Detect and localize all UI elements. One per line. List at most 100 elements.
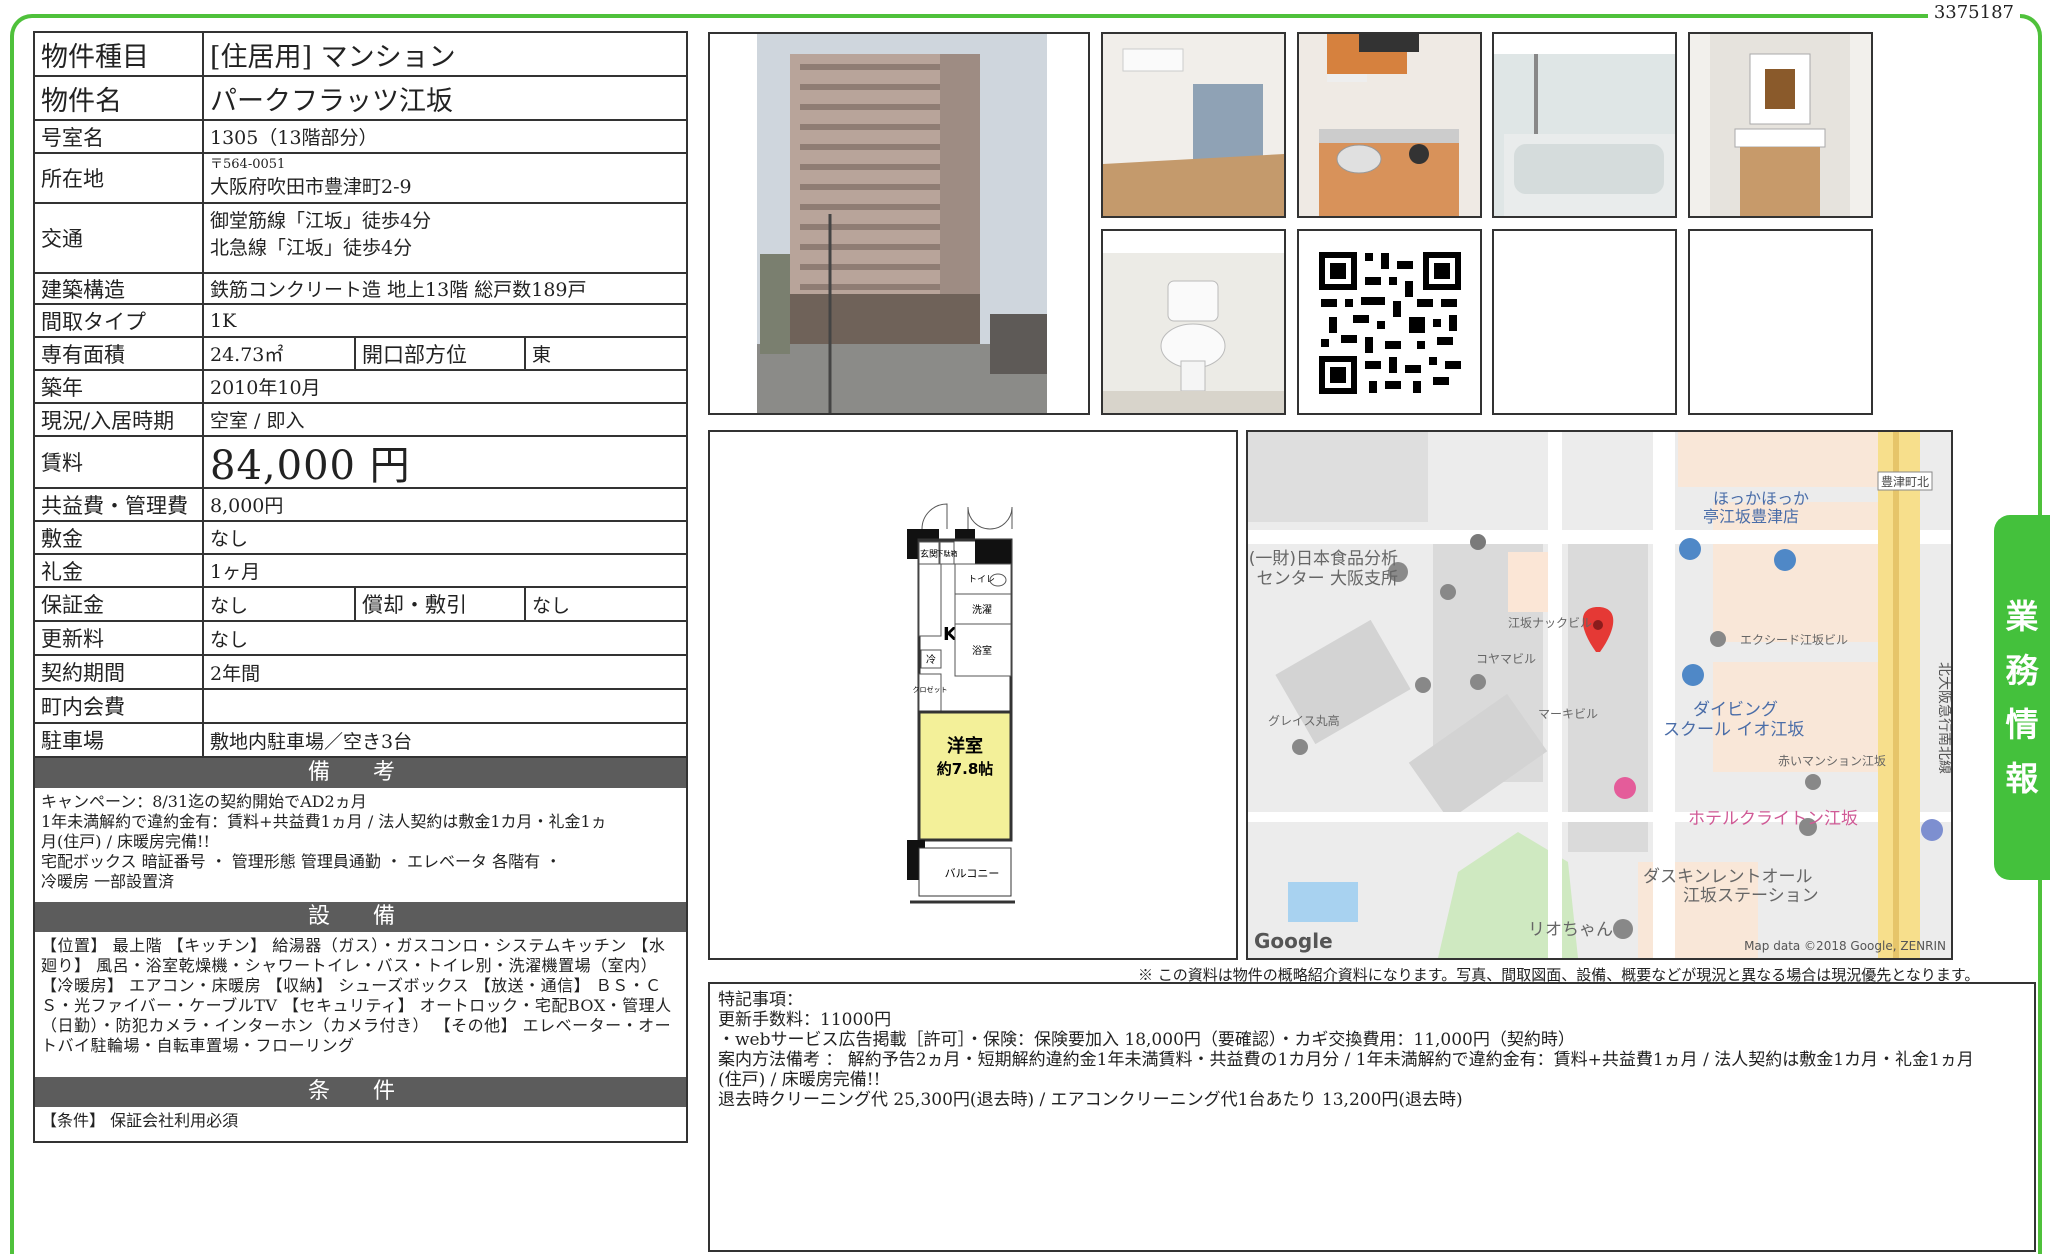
label-room-no: 号室名 — [35, 121, 204, 152]
row-layout: 間取タイプ 1K — [35, 305, 686, 338]
address-text: 大阪府吹田市豊津町2-9 — [210, 175, 412, 198]
remarks-line: 特記事項： — [718, 990, 803, 1010]
empty-photo-slot — [1688, 229, 1873, 415]
bathroom-photo[interactable] — [1492, 32, 1677, 218]
remarks-line: 更新手数料：11000円 — [718, 1010, 892, 1030]
value-structure: 鉄筋コンクリート造 地上13階 総戸数189戸 — [210, 279, 587, 301]
value-contract: 2年間 — [210, 662, 261, 685]
remarks-line: (住戸) / 床暖房完備!! — [718, 1070, 881, 1090]
row-renewal: 更新料 なし — [35, 622, 686, 656]
row-room-no: 号室名 1305（13階部分） — [35, 121, 686, 154]
google-logo: Google — [1254, 929, 1333, 953]
label-deposit: 敷金 — [35, 522, 204, 553]
facilities-heading: 設 備 — [35, 902, 686, 932]
fp-closet-label: クロゼット — [913, 685, 948, 694]
conditions-body: 【条件】 保証会社利用必須 — [41, 1111, 239, 1130]
room-image — [1103, 34, 1284, 216]
label-address: 所在地 — [35, 154, 204, 202]
washroom-image — [1690, 34, 1871, 216]
side-tab-char: 報 — [2005, 758, 2039, 798]
business-info-tab[interactable]: 業 務 情 報 — [1994, 515, 2050, 880]
value-property-name: パークフラッツ江坂 — [210, 85, 453, 117]
toilet-image — [1103, 231, 1284, 413]
map-label-hokka-2: 亭江坂豊津店 — [1703, 507, 1799, 526]
map-label-duskin-2: 江坂ステーション — [1683, 886, 1819, 906]
fp-fridge-label: 冷 — [926, 653, 936, 666]
label-town-fee: 町内会費 — [35, 690, 204, 722]
value-status: 空室 / 即入 — [210, 410, 305, 432]
side-tab-char: 務 — [2005, 650, 2039, 690]
kitchen-image — [1299, 34, 1480, 216]
fp-laundry-label: 洗濯 — [972, 604, 992, 616]
label-property-type: 物件種目 — [35, 33, 204, 75]
floor-plan-drawing: 玄関 下駄箱 トイレ 洗濯 K 浴室 冷 クロゼット 洋室 約7.8帖 バルコニ… — [907, 503, 1015, 904]
map-attribution: Map data ©2018 Google, ZENRIN — [1744, 939, 1946, 953]
row-common-fee: 共益費・管理費 8,000円 — [35, 489, 686, 522]
label-amortization: 償却・敷引 — [356, 588, 526, 620]
fp-shoebox-label: 下駄箱 — [937, 549, 958, 558]
notes-line: 冷暖房 一部設置済 — [41, 872, 175, 891]
row-property-name: 物件名 パークフラッツ江坂 — [35, 77, 686, 121]
row-property-type: 物件種目 [住居用] マンション — [35, 33, 686, 77]
value-common-fee: 8,000円 — [210, 495, 284, 517]
toilet-photo[interactable] — [1101, 229, 1286, 415]
remarks-line: ・webサービス広告掲載［許可］・保険：保険要加入 18,000円（要確認）・カ… — [718, 1030, 1575, 1050]
map-label-akai: 赤いマンション江坂 — [1778, 754, 1886, 768]
map-label-railway: 北大阪急行南北線 — [1936, 662, 1951, 774]
label-transport: 交通 — [35, 204, 204, 272]
notes-heading: 備 考 — [35, 758, 686, 788]
value-address: 〒564-0051 大阪府吹田市豊津町2-9 — [204, 154, 686, 202]
floor-plan[interactable]: 玄関 下駄箱 トイレ 洗濯 K 浴室 冷 クロゼット 洋室 約7.8帖 バルコニ… — [708, 430, 1238, 960]
map-label-food-center-2: センター 大阪支所 — [1257, 569, 1398, 589]
location-map[interactable]: (一財)日本食品分析 センター 大阪支所 ほっかほっか 亭江坂豊津店 豊津町北 … — [1246, 430, 1953, 960]
postal-code: 〒564-0051 — [210, 156, 286, 172]
label-renewal: 更新料 — [35, 622, 204, 654]
row-area: 専有面積 24.73㎡ 開口部方位 東 — [35, 338, 686, 371]
value-renewal: なし — [210, 628, 249, 651]
remarks-line: 案内方法備考 ： 解約予告2ヵ月・短期解約違約金1年未満賃料・共益費の1カ月分 … — [718, 1050, 1974, 1070]
label-guarantee: 保証金 — [35, 588, 204, 620]
notes-line: キャンペーン：8/31迄の契約開始でAD2ヵ月 — [41, 792, 367, 811]
value-rent: 84,000 円 — [210, 443, 411, 489]
fp-room-size: 約7.8帖 — [937, 760, 994, 778]
empty-photo-slot — [1492, 229, 1677, 415]
map-label-diving-1: ダイビング — [1693, 700, 1778, 720]
row-built: 築年 2010年10月 — [35, 371, 686, 404]
value-key-money: 1ヶ月 — [210, 561, 261, 583]
row-key-money: 礼金 1ヶ月 — [35, 555, 686, 588]
map-drawing: (一財)日本食品分析 センター 大阪支所 ほっかほっか 亭江坂豊津店 豊津町北 … — [1248, 432, 1951, 958]
kitchen-photo[interactable] — [1297, 32, 1482, 218]
building-photo[interactable] — [708, 32, 1090, 415]
label-built: 築年 — [35, 371, 204, 402]
value-layout: 1K — [210, 309, 237, 332]
row-address: 所在地 〒564-0051 大阪府吹田市豊津町2-9 — [35, 154, 686, 204]
value-parking: 敷地内駐車場／空き3台 — [210, 730, 413, 753]
label-layout: 間取タイプ — [35, 305, 204, 336]
remarks-line: 退去時クリーニング代 25,300円(退去時) / エアコンクリーニング代1台あ… — [718, 1090, 1463, 1110]
row-rent: 賃料 84,000 円 — [35, 437, 686, 489]
map-label-hotel: ホテルクライトン江坂 — [1688, 809, 1858, 829]
room-photo[interactable] — [1101, 32, 1286, 218]
map-label-duskin-1: ダスキンレントオール — [1643, 867, 1813, 887]
fp-bath-label: 浴室 — [972, 644, 992, 657]
qr-code-box[interactable] — [1297, 229, 1482, 415]
side-tab-char: 業 — [2005, 596, 2039, 636]
row-deposit: 敷金 なし — [35, 522, 686, 555]
map-label-grace: グレイス丸高 — [1268, 713, 1340, 728]
fp-room-name: 洋室 — [947, 735, 983, 757]
row-town-fee: 町内会費 — [35, 690, 686, 724]
notes-line: 月(住戸) / 床暖房完備!! — [41, 832, 210, 851]
special-remarks: 特記事項： 更新手数料：11000円 ・webサービス広告掲載［許可］・保険：保… — [708, 982, 2036, 1252]
label-common-fee: 共益費・管理費 — [35, 489, 204, 520]
map-label-koyama: コヤマビル — [1476, 652, 1536, 666]
row-guarantee: 保証金 なし 償却・敷引 なし — [35, 588, 686, 622]
map-label-hokka-1: ほっかほっか — [1713, 489, 1809, 508]
washroom-photo[interactable] — [1688, 32, 1873, 218]
value-transport: 御堂筋線「江坂」徒歩4分 北急線「江坂」徒歩4分 — [204, 204, 686, 272]
transport-line: 北急線「江坂」徒歩4分 — [210, 237, 413, 259]
map-label-toyotsu: 豊津町北 — [1881, 475, 1929, 489]
conditions-heading: 条 件 — [35, 1077, 686, 1107]
qr-code-icon — [1315, 248, 1463, 396]
map-label-exceed: エクシード江坂ビル — [1740, 633, 1848, 647]
fp-entrance-label: 玄関 — [920, 548, 938, 560]
